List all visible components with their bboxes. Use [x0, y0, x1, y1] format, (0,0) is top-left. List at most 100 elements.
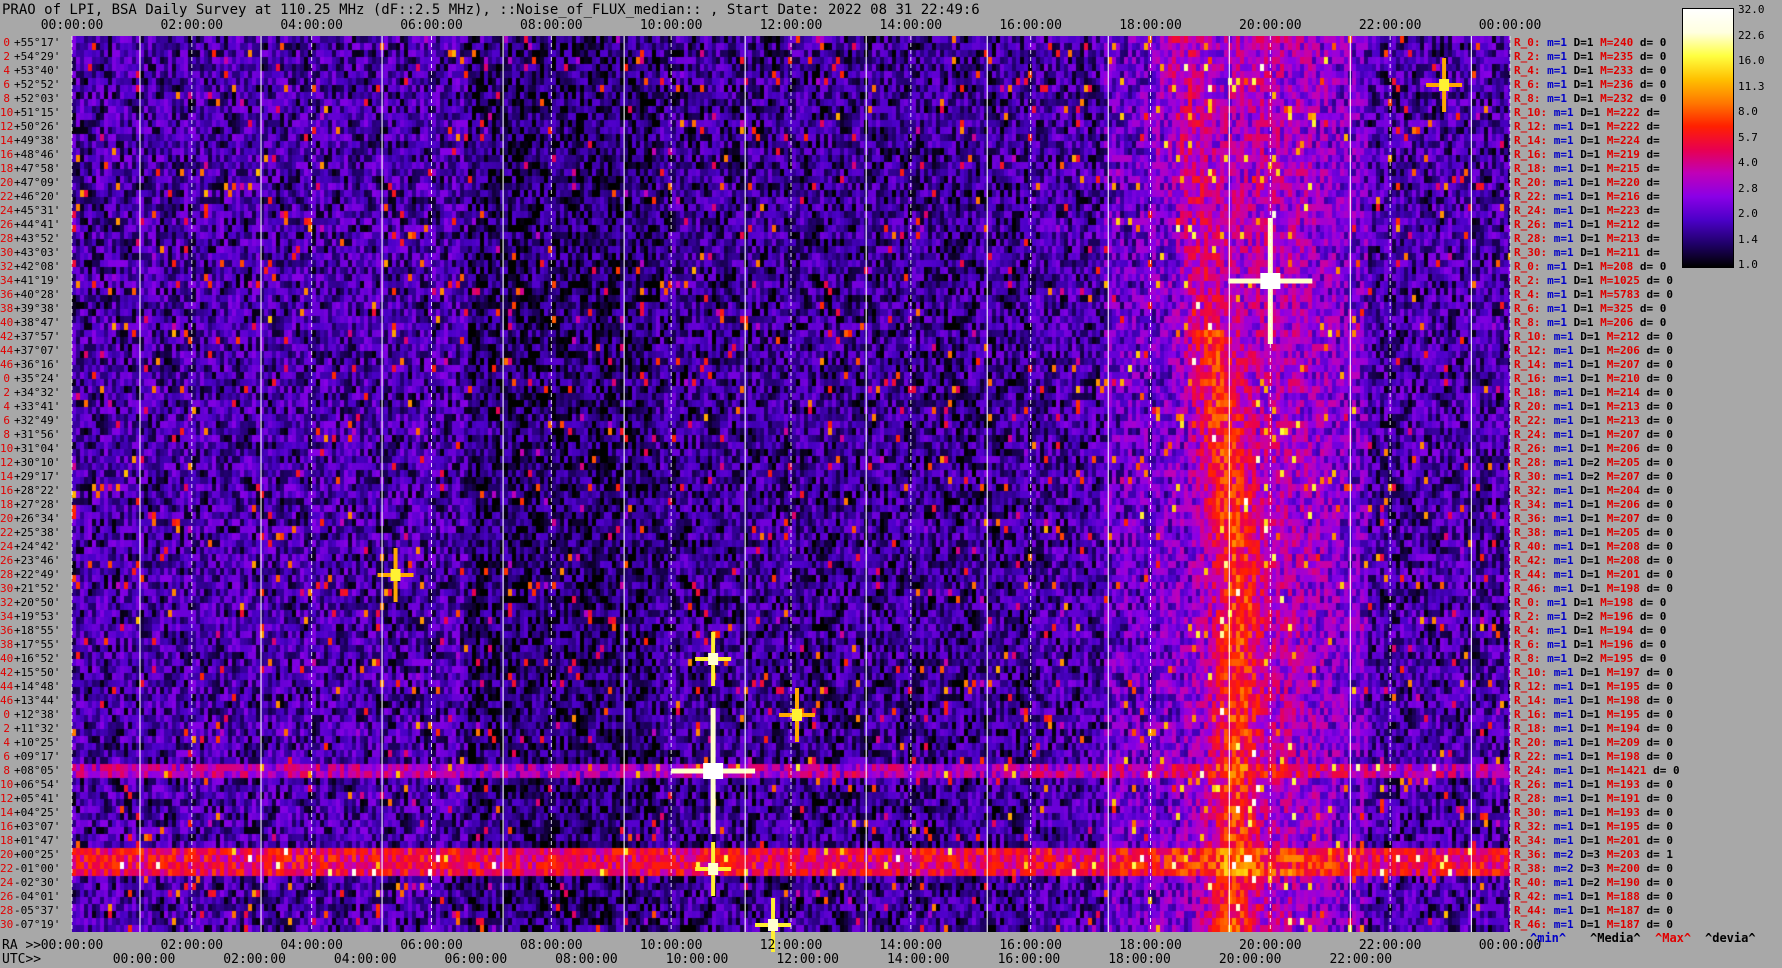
dec-value: +24°42' — [14, 540, 61, 553]
row-stat-part: d= 0 — [1633, 638, 1667, 651]
utc-tick-label: 04:00:00 — [333, 952, 397, 967]
colorbar-tick: 2.0 — [1738, 207, 1758, 220]
row-stat-part: D=1 — [1573, 176, 1601, 189]
row-stat-part: d= 0 — [1633, 610, 1667, 623]
row-stat-part: M=198 — [1600, 694, 1640, 707]
ra-tick-label: 04:00:00 — [280, 938, 343, 953]
row-stat-part: M=207 — [1600, 470, 1640, 483]
row-stat: R_4: m=1 D=1 M=233 d= 0 — [1514, 64, 1666, 78]
row-stat: R_14: m=1 D=1 M=224 d= — [1514, 134, 1660, 148]
dec-row-index: 44 — [0, 344, 14, 357]
row-stat-part: m=1 — [1547, 764, 1574, 777]
dec-row-index: 46 — [0, 358, 14, 371]
row-stat-part: d= 0 — [1639, 498, 1673, 511]
dec-row-index: 14 — [0, 134, 14, 147]
ra-tick-label: 12:00:00 — [759, 938, 823, 953]
dec-row-label: 42+15°50' — [0, 666, 60, 680]
row-stat-part: D=3 — [1573, 848, 1601, 861]
row-stat-part: M=223 — [1600, 204, 1640, 217]
row-stat-part: D=1 — [1573, 540, 1601, 553]
heatmap-overlay — [71, 36, 1511, 952]
colorbar-tick: 1.4 — [1738, 232, 1758, 246]
row-stat-part: m=1 — [1547, 218, 1574, 231]
row-stat-part: D=1 — [1573, 498, 1601, 511]
row-stat-part: M=197 — [1600, 666, 1640, 679]
dec-row-label: 0 +55°17' — [0, 36, 60, 50]
row-stat-part: m=1 — [1547, 456, 1574, 469]
row-stat-part: D=2 — [1573, 456, 1601, 469]
dec-row-index: 10 — [0, 442, 14, 455]
row-stat-part: R_30: — [1514, 806, 1548, 819]
top-tick-label: 08:00:00 — [520, 18, 583, 33]
dec-row-label: 12+05°41' — [0, 792, 60, 806]
row-stat-part: d= 0 — [1639, 274, 1673, 287]
dec-row-index: 30 — [0, 918, 14, 931]
row-stat-part: M=325 — [1593, 302, 1634, 315]
row-stat: R_44: m=1 D=1 M=201 d= 0 — [1514, 568, 1673, 582]
row-stat: R_18: m=1 D=1 M=215 d= — [1514, 162, 1660, 176]
row-stat-part: R_20: — [1514, 400, 1548, 413]
row-stat-part: M=203 — [1600, 848, 1640, 861]
row-stat-part: M=213 — [1600, 400, 1640, 413]
dec-value: +34°32' — [14, 386, 61, 399]
row-stat: R_22: m=1 D=1 M=216 d= — [1514, 190, 1660, 204]
row-stat-part: M=205 — [1600, 456, 1640, 469]
row-stat-part: d= 0 — [1639, 470, 1673, 483]
dec-row-label: 22+46°20' — [0, 190, 60, 204]
row-stat-part: d= 0 — [1639, 540, 1673, 553]
row-stat-part: R_40: — [1514, 540, 1548, 553]
row-stat-part: d= 0 — [1639, 736, 1673, 749]
row-stat-part: D=1 — [1573, 134, 1601, 147]
row-stat-part: d= 0 — [1639, 358, 1673, 371]
ra-tick-label: 00:00:00 — [40, 938, 104, 953]
row-stat: R_30: m=1 D=1 M=211 d= — [1514, 246, 1660, 260]
legend-min: ^min^ — [1530, 931, 1567, 945]
row-stat-part: D=1 — [1573, 428, 1601, 441]
radio-source — [695, 842, 732, 896]
utc-tick-label: 10:00:00 — [665, 952, 729, 967]
row-stat-part: M=211 — [1600, 246, 1640, 259]
source-core — [791, 709, 802, 721]
row-stat-part: m=1 — [1547, 134, 1574, 147]
ra-tick-label: 10:00:00 — [639, 938, 703, 953]
dec-row-index: 2 — [3, 50, 10, 63]
dec-row-label: 12+50°26' — [0, 120, 60, 134]
row-stat-part: R_36: — [1514, 848, 1548, 861]
row-stat-part: M=195 — [1600, 708, 1640, 721]
dec-row-index: 12 — [0, 120, 14, 133]
row-stat-part: D=2 — [1567, 652, 1594, 665]
dec-row-label: 16+03°07' — [0, 820, 60, 834]
row-stat-part: D=1 — [1573, 778, 1601, 791]
row-stat-part: d= 0 — [1639, 568, 1673, 581]
row-stat-part: D=1 — [1573, 792, 1601, 805]
row-stat-part: D=1 — [1573, 386, 1601, 399]
row-stat-part: D=1 — [1573, 148, 1601, 161]
row-stat-part: d= 0 — [1639, 456, 1673, 469]
dec-value: +20°50' — [14, 596, 61, 609]
colorbar-tick: 16.0 — [1738, 54, 1765, 67]
row-stat-part: m=1 — [1547, 568, 1574, 581]
row-stat-part: M=196 — [1593, 638, 1634, 651]
dec-row-label: 34+41°19' — [0, 274, 60, 288]
row-stat-part: M=235 — [1593, 50, 1634, 63]
row-stat-part: R_26: — [1514, 778, 1548, 791]
row-stat-part: m=1 — [1547, 204, 1574, 217]
row-stat-part: m=1 — [1547, 526, 1574, 539]
row-stat: R_16: m=1 D=1 M=219 d= — [1514, 148, 1660, 162]
dec-value: +54°29' — [14, 50, 61, 63]
dec-value: +12°38' — [14, 708, 61, 721]
dec-row-label: 38+17°55' — [0, 638, 60, 652]
ra-tick-label: 14:00:00 — [879, 938, 943, 953]
row-stat-part: m=2 — [1547, 848, 1574, 861]
dec-row-index: 34 — [0, 274, 14, 287]
row-stat-part: m=1 — [1547, 722, 1574, 735]
row-stat: R_46: m=1 D=1 M=198 d= 0 — [1514, 582, 1673, 596]
row-stat-part: d= 0 — [1639, 820, 1673, 833]
dec-row-index: 26 — [0, 218, 14, 231]
row-stat-part: D=1 — [1573, 582, 1601, 595]
row-stat-part: D=1 — [1573, 834, 1601, 847]
dec-row-label: 24-02°30' — [0, 876, 60, 890]
row-stat-part: D=1 — [1573, 568, 1601, 581]
row-stat-part: m=1 — [1547, 708, 1574, 721]
row-stat-part: M=198 — [1600, 750, 1640, 763]
